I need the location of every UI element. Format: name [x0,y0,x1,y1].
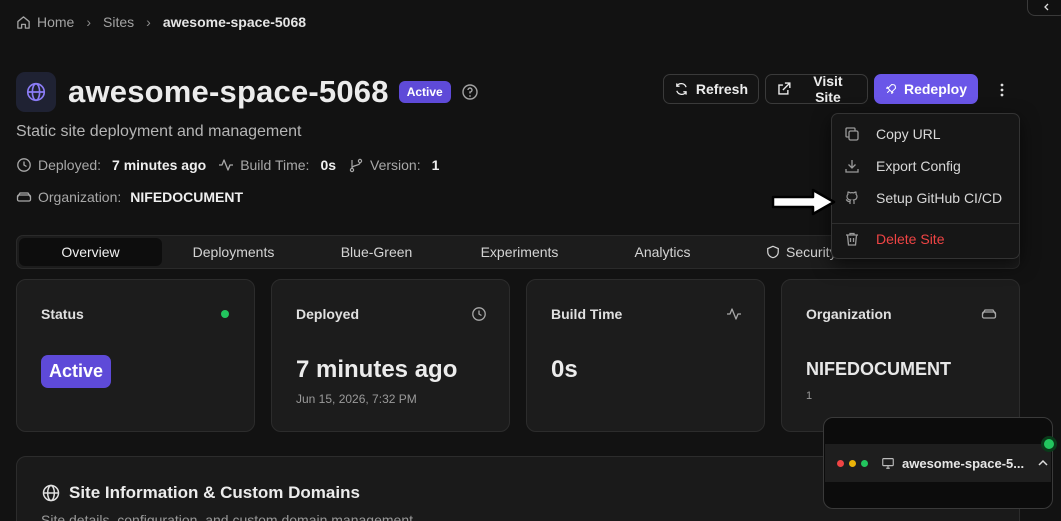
page-title: awesome-space-5068 [68,74,389,109]
refresh-label: Refresh [695,81,748,97]
more-actions-menu: Copy URL Export Config Setup GitHub CI/C… [831,113,1020,259]
breadcrumb-sites[interactable]: Sites [103,14,134,30]
tab-overview[interactable]: Overview [19,238,162,266]
tab-deployments[interactable]: Deployments [162,238,305,266]
tab-blue-green[interactable]: Blue-Green [305,238,448,266]
version-value: 1 [431,157,440,173]
menu-item-export-config[interactable]: Export Config [832,153,1019,179]
status-badge: Active [398,81,451,103]
online-indicator [1041,436,1057,452]
copy-icon [845,127,859,141]
build-time-value: 0s [320,157,337,173]
tab-analytics[interactable]: Analytics [591,238,734,266]
menu-item-delete-site[interactable]: Delete Site [832,226,1019,252]
chevron-right-icon: › [146,14,151,30]
deployed-card: Deployed 7 minutes ago Jun 15, 2026, 7:3… [271,279,510,432]
version-label: Version: [370,157,421,173]
preview-title-bar[interactable]: awesome-space-5... [825,444,1051,482]
home-icon [17,15,30,29]
visit-site-button[interactable]: Visit Site [765,73,868,105]
deployed-value: 7 minutes ago [112,157,207,173]
hard-drive-icon [16,192,32,202]
help-icon[interactable] [461,83,479,101]
redeploy-button[interactable]: Redeploy [874,74,978,104]
refresh-button[interactable]: Refresh [663,74,759,104]
visit-site-label: Visit Site [813,73,843,105]
breadcrumb: Home › Sites › awesome-space-5068 [16,12,306,32]
org-label: Organization: [38,189,122,205]
status-dot [221,310,229,318]
maximize-light[interactable] [861,459,868,467]
section-title: Site Information & Custom Domains [41,483,360,503]
annotation-arrow-icon [771,188,836,216]
status-value-badge: Active [41,355,112,388]
menu-item-setup-github[interactable]: Setup GitHub CI/CD [832,185,1019,211]
organization-value: NIFEDOCUMENT [806,359,951,379]
menu-item-copy-url[interactable]: Copy URL [832,121,1019,147]
chevron-left-icon [1044,3,1049,11]
card-label: Status [41,306,84,322]
organization-row: Organization: NIFEDOCUMENT [16,189,243,205]
build-time-card: Build Time 0s [526,279,765,432]
menu-item-label: Delete Site [876,231,945,247]
shield-icon [767,245,779,259]
github-icon [845,191,858,204]
menu-divider [832,223,1019,224]
monitor-icon [882,458,894,469]
deployed-label: Deployed: [38,157,102,173]
breadcrumb-current: awesome-space-5068 [162,14,307,30]
more-vertical-icon [1000,83,1004,97]
rocket-icon [886,84,896,94]
preview-title-text: awesome-space-5... [902,455,1025,471]
status-card: Status Active [16,279,255,432]
trash-icon [846,232,858,246]
site-icon [16,72,56,112]
breadcrumb-home[interactable]: Home [37,14,74,30]
menu-item-label: Export Config [876,158,961,174]
section-description: Site details, configuration, and custom … [41,512,413,521]
build-time-label: Build Time: [240,157,310,173]
more-actions-button[interactable] [990,80,1014,100]
tab-security-label: Security [786,244,837,260]
clock-icon [472,307,486,321]
git-branch-icon [349,158,363,173]
organization-card: Organization NIFEDOCUMENT 1 [781,279,1020,432]
external-link-icon [778,82,791,95]
refresh-icon [676,83,687,95]
card-label: Build Time [551,306,623,322]
section-title-text: Site Information & Custom Domains [69,483,360,502]
globe-icon [42,484,60,502]
clock-icon [17,158,31,172]
hard-drive-icon [981,309,997,319]
close-light[interactable] [837,459,844,467]
tab-experiments[interactable]: Experiments [448,238,591,266]
menu-item-label: Setup GitHub CI/CD [876,190,1003,206]
card-label: Organization [806,306,892,322]
chevron-up-icon[interactable] [1037,457,1049,469]
meta-row: Deployed: 7 minutes ago Build Time: 0s Ver… [16,157,451,173]
page-subtitle: Static site deployment and management [16,123,302,140]
chevron-right-icon: › [86,14,92,30]
collapse-panel-button[interactable] [1027,0,1061,16]
redeploy-label: Redeploy [903,81,967,97]
organization-count: 1 [806,390,813,402]
activity-icon [219,159,234,171]
preview-title: awesome-space-5... [881,456,1024,471]
activity-icon [727,308,741,320]
build-time-value: 0s [551,356,578,383]
deployed-value: 7 minutes ago [296,356,458,383]
deployed-timestamp: Jun 15, 2026, 7:32 PM [296,392,417,406]
menu-item-label: Copy URL [876,126,941,142]
floating-preview-window[interactable]: awesome-space-5... [823,417,1053,509]
card-label: Deployed [296,306,360,322]
minimize-light[interactable] [849,459,856,467]
org-value: NIFEDOCUMENT [130,189,244,205]
download-icon [845,160,859,173]
title-row: awesome-space-5068 Active [68,72,479,112]
globe-icon [26,82,46,102]
